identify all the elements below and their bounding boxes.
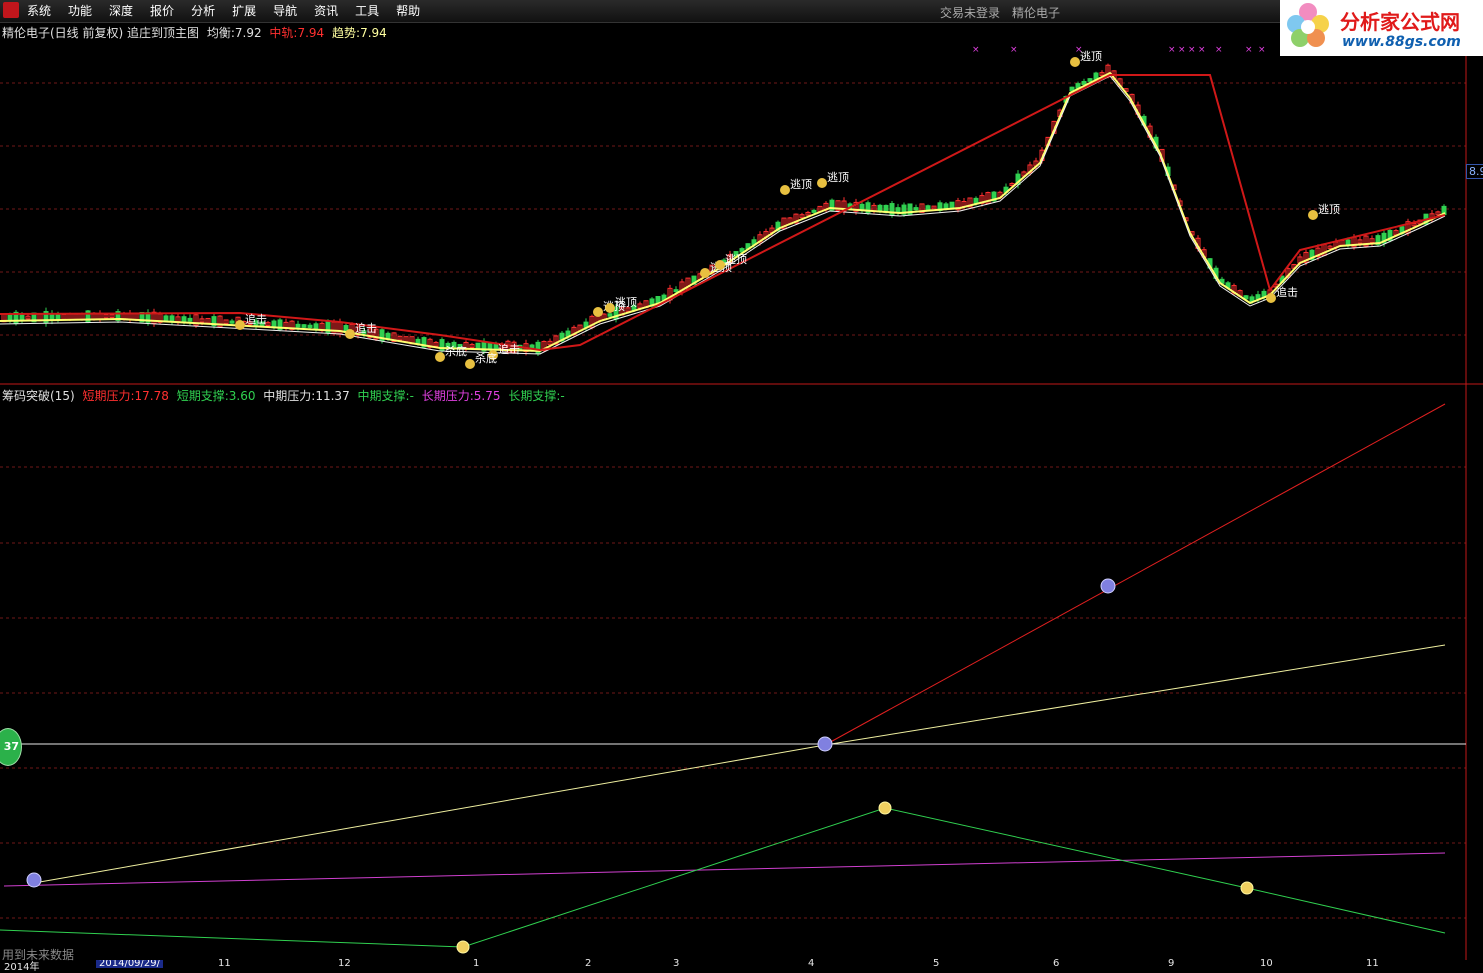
top-x-marker: × — [1075, 45, 1083, 55]
trend-line — [0, 71, 1446, 353]
time-tick-label: 10 — [1260, 958, 1273, 969]
candle-body — [301, 324, 307, 328]
watermark-title: 分析家公式网 — [1340, 10, 1460, 34]
candle-body — [673, 289, 679, 293]
money-bag-icon — [456, 940, 470, 954]
time-tick-label: 11 — [218, 958, 231, 969]
money-bag-icon — [1266, 293, 1276, 303]
candle-body — [895, 207, 901, 213]
signal-label: 杀底 — [475, 351, 497, 365]
time-tick-label: 6 — [1053, 958, 1060, 969]
money-bag-icon — [345, 329, 355, 339]
price-tag: 8.9 — [1466, 164, 1483, 179]
money-bag-icon — [1240, 881, 1254, 895]
money-bag-icon — [605, 303, 615, 313]
chip-breakout-lines — [0, 403, 1466, 954]
signal-label: 追击 — [355, 321, 377, 335]
candle-body — [1345, 239, 1351, 246]
top-x-marker: × — [1010, 45, 1018, 55]
money-bag-icon — [715, 260, 725, 270]
time-tick-label: 2014年 — [4, 962, 40, 973]
top-x-marker: × — [1198, 45, 1206, 55]
signal-label: 追击 — [1276, 285, 1298, 299]
signal-label: 逃顶 — [1080, 50, 1102, 63]
chart-canvas[interactable]: 逃顶逃顶逃顶逃顶逃顶逃顶逃顶逃顶追击追击追击追击杀底杀底×××××××××× — [0, 0, 1483, 968]
watermark-url: www.88gs.com — [1342, 34, 1461, 50]
signal-label: 逃顶 — [827, 171, 849, 184]
flower-logo-icon — [1287, 3, 1329, 47]
candle-body — [229, 320, 235, 324]
top-x-marker: × — [1168, 45, 1176, 55]
signal-label: 追击 — [498, 342, 520, 356]
short-support-line — [0, 807, 1446, 948]
candle-body — [19, 314, 25, 321]
indicator-lines — [0, 71, 1446, 355]
signal-label: 逃顶 — [615, 296, 637, 309]
money-bag-icon — [235, 320, 245, 330]
candle-body — [889, 203, 895, 216]
candle-body — [607, 313, 613, 317]
signal-label: 逃顶 — [790, 178, 812, 191]
top-x-marker: × — [1258, 45, 1266, 55]
short-pressure-line — [824, 403, 1446, 746]
candle-body — [925, 205, 931, 211]
time-tick-label: 2 — [585, 958, 592, 969]
top-x-marker: × — [972, 45, 980, 55]
time-tick-label: 1 — [473, 958, 480, 969]
candle-body — [943, 203, 949, 209]
signal-label: 追击 — [245, 312, 267, 326]
money-bag-icon — [817, 178, 827, 188]
money-bag-icon — [1308, 210, 1318, 220]
candle-body — [415, 338, 421, 344]
money-bag-icon — [435, 352, 445, 362]
top-x-marker: × — [1215, 45, 1223, 55]
signal-label: 逃顶 — [1318, 203, 1340, 216]
candle-body — [187, 317, 193, 322]
candle-body — [913, 207, 919, 211]
candle-body — [295, 323, 301, 328]
money-bag-icon — [465, 359, 475, 369]
time-tick-label: 12 — [338, 958, 351, 969]
money-bag-icon — [700, 268, 710, 278]
signal-label: 逃顶 — [725, 253, 747, 266]
long-pressure-line — [3, 852, 1446, 887]
top-x-marker: × — [1245, 45, 1253, 55]
candle-body — [811, 209, 817, 213]
face-icon — [1100, 578, 1116, 594]
mid-pressure-line — [33, 644, 1446, 884]
top-x-marker: × — [1178, 45, 1186, 55]
candle-body — [307, 324, 313, 329]
time-axis: 2014年 11 12 1 2 3 4 5 6 9 10 11 — [0, 958, 1483, 973]
money-bag-icon — [593, 307, 603, 317]
time-tick-label: 4 — [808, 958, 815, 969]
grid-lines — [0, 82, 1466, 919]
top-x-marker: × — [1188, 45, 1196, 55]
money-bag-icon — [1070, 57, 1080, 67]
time-tick-label: 3 — [673, 958, 680, 969]
money-bag-icon — [780, 185, 790, 195]
selected-date[interactable]: 2014/09/29/ — [96, 960, 164, 968]
signal-markers: 逃顶逃顶逃顶逃顶逃顶逃顶逃顶逃顶追击追击追击追击杀底杀底×××××××××× — [235, 45, 1340, 369]
time-tick-label: 5 — [933, 958, 940, 969]
candle-body — [1087, 78, 1093, 82]
mid-rail-line — [0, 74, 1446, 352]
face-icon — [817, 736, 833, 752]
candle-body — [1081, 80, 1087, 86]
money-bag-icon — [878, 801, 892, 815]
face-icon — [26, 872, 42, 888]
candle-body — [163, 315, 169, 322]
time-tick-label: 9 — [1168, 958, 1175, 969]
watermark-logo: 分析家公式网 www.88gs.com — [1280, 0, 1483, 56]
time-tick-label: 11 — [1366, 958, 1379, 969]
signal-label: 杀底 — [445, 344, 467, 358]
